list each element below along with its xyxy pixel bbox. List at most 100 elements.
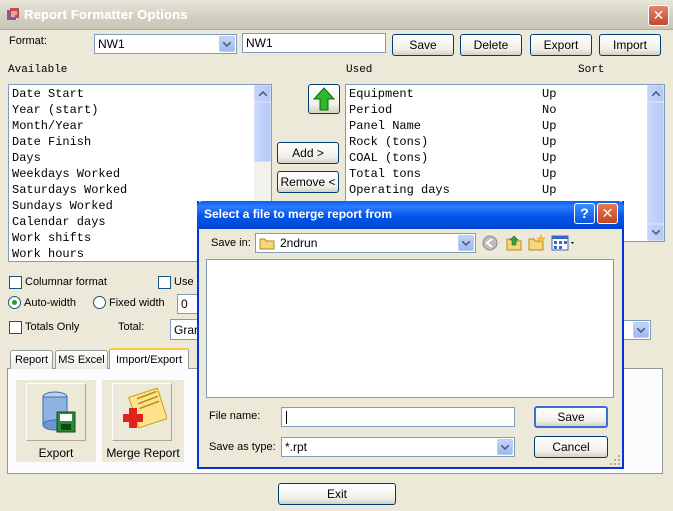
main-title-bar: Report Formatter Options (0, 0, 673, 30)
used-item-sort: Up (542, 151, 557, 165)
format-select[interactable]: NW1 (94, 34, 237, 54)
add-button[interactable]: Add > (277, 142, 339, 164)
move-up-button[interactable] (308, 84, 340, 114)
use-label: Use (174, 276, 194, 288)
used-item-name: Total tons (349, 167, 422, 181)
total-label: Total: (118, 321, 145, 333)
merge-tool-frame (112, 383, 172, 441)
file-list-view[interactable] (206, 259, 614, 398)
scroll-up-icon[interactable] (254, 85, 271, 102)
chevron-down-icon[interactable] (458, 235, 474, 251)
export-format-button[interactable]: Export (530, 34, 592, 56)
used-item-sort: Up (542, 87, 557, 101)
scroll-thumb[interactable] (254, 102, 271, 162)
view-menu-icon[interactable] (551, 235, 577, 251)
list-item[interactable]: Days (9, 150, 271, 166)
columnar-format-label: Columnar format (25, 276, 107, 288)
used-item-sort: No (542, 103, 557, 117)
used-header: Used (346, 64, 373, 76)
list-item[interactable]: Rock (tons) Up (346, 134, 664, 150)
sort-header: Sort (578, 64, 605, 76)
save-in-select[interactable]: 2ndrun (255, 233, 476, 253)
chevron-down-icon[interactable] (219, 36, 235, 52)
used-scrollbar[interactable] (647, 85, 664, 241)
list-item[interactable]: Weekdays Worked (9, 166, 271, 182)
list-item[interactable]: Saturdays Worked (9, 182, 271, 198)
folder-icon (259, 238, 275, 249)
merge-report-icon (123, 388, 167, 429)
save-as-type-value: *.rpt (285, 440, 308, 454)
tab-ms-excel[interactable]: MS Excel (55, 350, 108, 369)
totals-only-checkbox[interactable] (9, 321, 22, 334)
available-header: Available (8, 64, 68, 76)
export-tool-button[interactable]: Export (16, 380, 96, 462)
tab-import-export[interactable]: Import/Export (109, 348, 189, 369)
database-export-icon (42, 391, 76, 433)
fixed-width-radio[interactable] (93, 296, 106, 309)
auto-width-label: Auto-width (24, 297, 76, 309)
auto-width-radio[interactable] (8, 296, 21, 309)
list-item[interactable]: Year (start) (9, 102, 271, 118)
used-item-sort: Up (542, 167, 557, 181)
dialog-title-bar: Select a file to merge report from (197, 201, 624, 229)
text-caret (286, 410, 287, 424)
list-item[interactable]: COAL (tons) Up (346, 150, 664, 166)
format-name-input[interactable]: NW1 (242, 33, 386, 53)
merge-report-label: Merge Report (106, 446, 180, 460)
arrow-up-icon (313, 87, 335, 111)
used-item-name: Rock (tons) (349, 135, 429, 149)
used-item-name: Equipment (349, 87, 414, 101)
used-item-sort: Up (542, 119, 557, 133)
list-item[interactable]: Equipment Up (346, 86, 664, 102)
window-title: Report Formatter Options (24, 7, 188, 22)
dialog-close-button[interactable]: ✕ (597, 203, 618, 224)
tab-report[interactable]: Report (10, 350, 53, 369)
used-item-name: Panel Name (349, 119, 422, 133)
format-name-value: NW1 (246, 36, 273, 50)
chevron-down-icon[interactable] (633, 322, 649, 338)
list-item[interactable]: Month/Year (9, 118, 271, 134)
format-select-value: NW1 (98, 37, 125, 51)
scroll-down-icon[interactable] (647, 224, 664, 241)
used-item-name: Period (349, 103, 393, 117)
chevron-down-icon[interactable] (497, 439, 513, 455)
use-checkbox[interactable] (158, 276, 171, 289)
columnar-format-checkbox[interactable] (9, 276, 22, 289)
merge-report-button[interactable]: Merge Report (102, 380, 184, 462)
scroll-up-icon[interactable] (647, 85, 664, 102)
resize-grip-icon[interactable] (609, 454, 621, 466)
total-select[interactable]: Gran (170, 319, 201, 340)
list-item[interactable]: Total tons Up (346, 166, 664, 182)
scroll-thumb[interactable] (647, 102, 664, 224)
dialog-save-button[interactable]: Save (534, 406, 608, 428)
window-close-button[interactable]: ✕ (648, 5, 669, 26)
used-item-name: COAL (tons) (349, 151, 429, 165)
new-folder-icon[interactable] (528, 234, 546, 252)
save-as-type-select[interactable]: *.rpt (281, 437, 515, 457)
fixed-width-input[interactable]: 0 (177, 294, 199, 314)
save-format-button[interactable]: Save (392, 34, 454, 56)
remove-button[interactable]: Remove < (277, 171, 339, 193)
back-icon[interactable] (482, 235, 498, 251)
delete-format-button[interactable]: Delete (460, 34, 522, 56)
dialog-help-button[interactable]: ? (574, 203, 595, 224)
list-item[interactable]: Operating days Up (346, 182, 664, 198)
export-tool-frame (26, 383, 86, 441)
list-item[interactable]: Panel Name Up (346, 118, 664, 134)
dialog-cancel-button[interactable]: Cancel (534, 436, 608, 458)
dialog-title: Select a file to merge report from (204, 207, 393, 221)
list-item[interactable]: Period No (346, 102, 664, 118)
import-format-button[interactable]: Import (599, 34, 661, 56)
file-name-label: File name: (209, 410, 261, 422)
up-folder-icon[interactable] (505, 234, 523, 252)
file-name-input[interactable] (281, 407, 515, 427)
secondary-select[interactable] (622, 320, 651, 340)
list-item[interactable]: Date Start (9, 86, 271, 102)
list-item[interactable]: Date Finish (9, 134, 271, 150)
export-tool-label: Export (38, 446, 74, 460)
exit-button[interactable]: Exit (278, 483, 396, 505)
fixed-width-label: Fixed width (109, 297, 165, 309)
used-item-sort: Up (542, 135, 557, 149)
app-icon (7, 8, 19, 20)
used-item-sort: Up (542, 183, 557, 197)
